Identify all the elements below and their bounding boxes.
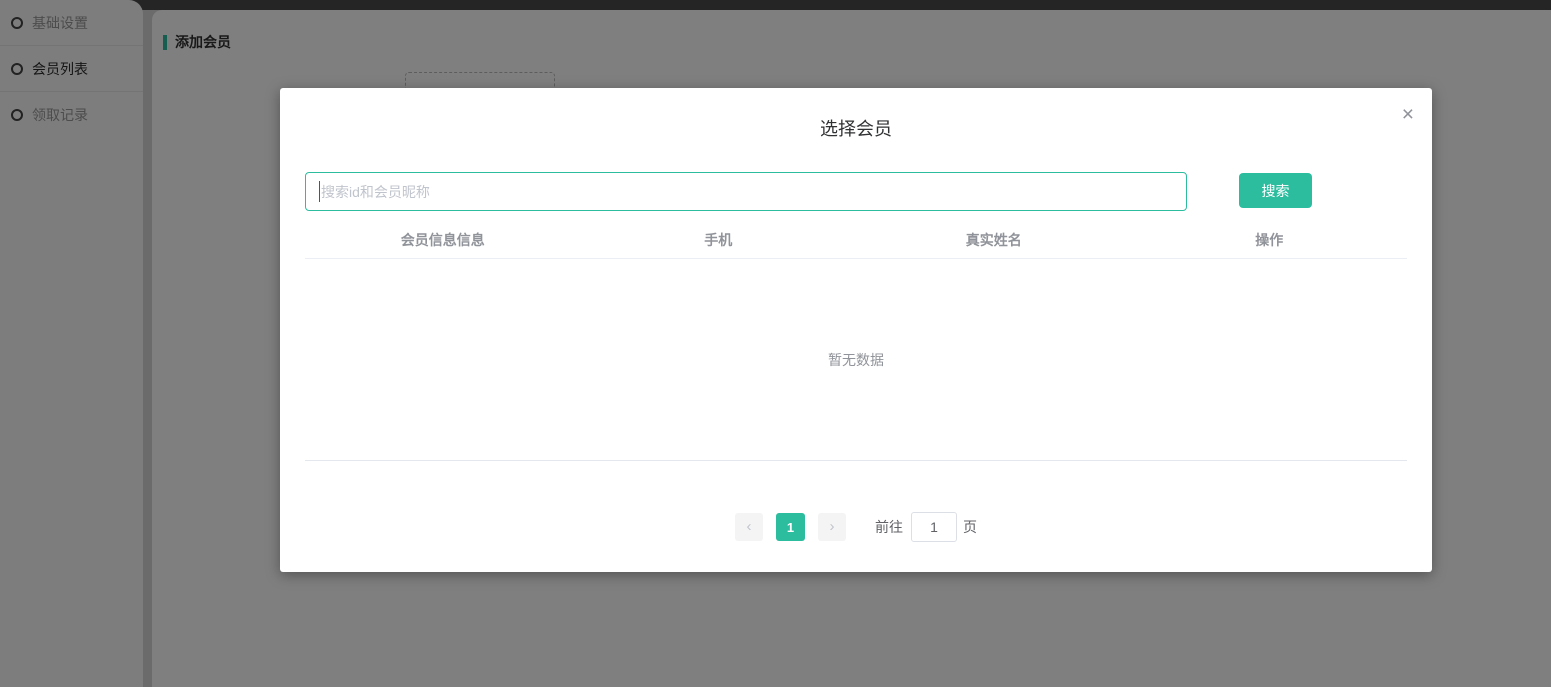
column-header-real-name: 真实姓名 [965,232,1022,248]
search-input[interactable] [305,172,1187,211]
page-unit-label: 页 [963,519,977,535]
prev-page-icon[interactable]: ‹ [735,513,763,541]
goto-page-label: 前往 [875,519,903,535]
table-empty-area: 暂无数据 [305,259,1407,461]
goto-page-input[interactable] [911,512,957,542]
dialog-title: 选择会员 [820,119,892,139]
column-header-member-info: 会员信息信息 [400,232,485,248]
column-header-actions: 操作 [1255,232,1284,248]
search-row: 搜索 [305,172,1407,211]
pagination: ‹ 1 › 前往 页 [280,511,1432,543]
select-member-dialog: 选择会员 × 搜索 会员信息信息 手机 真实姓名 操作 暂无数据 ‹ 1 › 前… [280,88,1432,572]
empty-data-text: 暂无数据 [828,351,884,368]
search-button[interactable]: 搜索 [1239,173,1312,208]
table-header-row: 会员信息信息 手机 真实姓名 操作 [305,222,1407,259]
page-number-button[interactable]: 1 [776,513,805,541]
column-header-phone: 手机 [704,232,733,248]
next-page-icon[interactable]: › [818,513,846,541]
text-caret [319,181,320,202]
close-icon[interactable]: × [1402,104,1414,125]
